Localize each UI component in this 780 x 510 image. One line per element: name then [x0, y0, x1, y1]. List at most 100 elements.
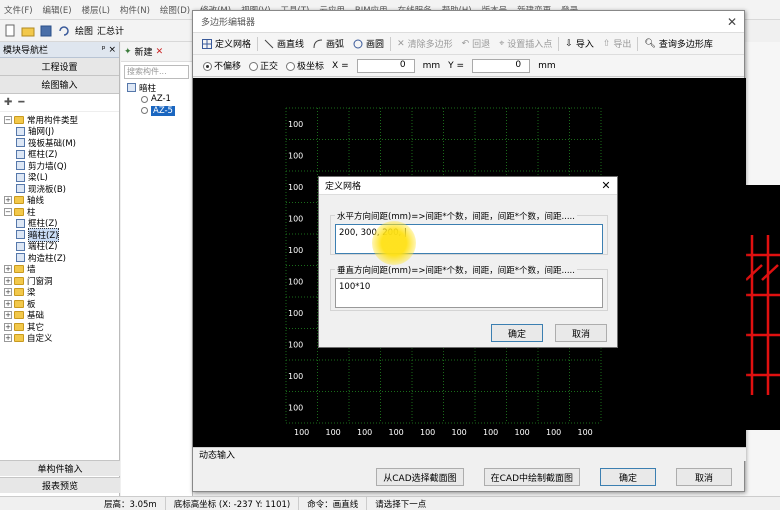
tree-item[interactable]: 轴网(J) [0, 126, 119, 137]
open-folder-icon[interactable] [21, 24, 35, 38]
menu-item[interactable]: 构件(N) [120, 4, 150, 16]
clear-polygon-button[interactable]: ✕ 清除多边形 [394, 37, 456, 51]
toolbar-draw[interactable]: 绘图 [75, 24, 93, 37]
tree-label: 轴线 [27, 196, 45, 207]
y-unit: mm [538, 60, 556, 71]
drawing-input-button[interactable]: 绘图输入 [0, 76, 119, 94]
expand-toggle-icon[interactable]: + [4, 311, 12, 320]
expand-toggle-icon[interactable]: + [4, 276, 12, 285]
expand-toggle-icon[interactable]: + [4, 196, 12, 205]
component-type-icon [16, 138, 25, 148]
main-toolbar: 绘图 汇总计 [0, 20, 200, 42]
close-icon[interactable]: ✕ [595, 179, 617, 192]
vertical-spacing-input[interactable]: 100*10 [335, 278, 603, 308]
grid-ok-button[interactable]: 确定 [491, 324, 543, 342]
tree-folder[interactable]: + 轴线 [0, 195, 119, 207]
right-cad-view [742, 185, 780, 430]
grid-cancel-button[interactable]: 取消 [555, 324, 607, 342]
undo-button[interactable]: ↶ 回退 [459, 37, 494, 51]
tree-folder[interactable]: + 门窗洞 [0, 275, 119, 287]
component-root[interactable]: 暗柱 [127, 82, 192, 94]
expand-toggle-icon[interactable]: − [4, 207, 12, 216]
undo-icon: ↶ [461, 38, 470, 49]
draw-circle-button[interactable]: 画圆 [350, 37, 387, 50]
tree-folder[interactable]: + 自定义 [0, 333, 119, 344]
tree-label: 梁(L) [28, 173, 48, 184]
cancel-button[interactable]: 取消 [676, 468, 732, 486]
expand-toggle-icon[interactable]: + [4, 288, 12, 297]
horizontal-spacing-input[interactable]: 200, 300, 200, | [335, 224, 603, 254]
no-offset-option[interactable]: 不偏移 [203, 59, 241, 72]
tree-folder[interactable]: + 基础 [0, 310, 119, 322]
grid-label-bottom: 100 [515, 428, 530, 437]
save-icon[interactable] [39, 24, 53, 38]
tree-folder[interactable]: + 梁 [0, 287, 119, 298]
expand-all-icon[interactable]: ✚ [4, 97, 12, 108]
project-settings-button[interactable]: 工程设置 [0, 58, 119, 76]
new-component-icon[interactable]: ✦ [124, 47, 132, 57]
export-button[interactable]: ⇧ 导出 [600, 37, 635, 51]
undo-icon[interactable] [57, 24, 71, 38]
define-grid-title-bar: 定义网格 ✕ [319, 177, 617, 195]
tree-item[interactable]: 构造柱(Z) [0, 252, 119, 264]
folder-icon [14, 311, 24, 320]
tree-item[interactable]: 筏板基础(M) [0, 137, 119, 149]
expand-toggle-icon[interactable]: + [4, 265, 12, 274]
tree-label: 基础 [27, 311, 45, 322]
delete-icon[interactable]: ✕ [156, 47, 164, 57]
new-file-icon[interactable] [3, 24, 17, 38]
set-insert-point-button[interactable]: ⌖ 设置插入点 [496, 37, 555, 51]
ortho-option[interactable]: 正交 [249, 59, 278, 72]
draw-arc-button[interactable]: 画弧 [310, 37, 347, 50]
menu-item[interactable]: 编辑(E) [43, 4, 72, 16]
expand-toggle-icon[interactable]: + [4, 299, 12, 308]
tree-label: 墙 [27, 265, 36, 276]
close-icon[interactable]: ✕ [720, 15, 744, 29]
select-from-cad-button[interactable]: 从CAD选择截面图 [376, 468, 464, 486]
tree-item[interactable]: 端柱(Z) [0, 241, 119, 252]
tree-folder[interactable]: − 柱 [0, 206, 119, 218]
report-preview-button[interactable]: 报表预览 [0, 477, 120, 493]
menu-item[interactable]: 绘图(D) [160, 4, 190, 16]
tree-item[interactable]: 梁(L) [0, 172, 119, 184]
import-button[interactable]: ⇩ 导入 [562, 37, 597, 51]
expand-toggle-icon[interactable]: + [4, 322, 12, 331]
single-input-button[interactable]: 单构件输入 [0, 460, 120, 476]
draw-in-cad-button[interactable]: 在CAD中绘制截面图 [483, 468, 580, 486]
toolbar-separator [637, 36, 639, 51]
tree-item[interactable]: 暗柱(Z) [0, 227, 119, 242]
pin-close-icon[interactable]: ᵖ × [102, 45, 116, 55]
toolbar-summary[interactable]: 汇总计 [97, 24, 124, 37]
query-polygon-library-button[interactable]: 🔍︎ 查询多边形库 [641, 37, 715, 51]
menu-item[interactable]: 文件(F) [4, 4, 33, 16]
tree-folder[interactable]: + 其它 [0, 321, 119, 333]
tree-item[interactable]: 框柱(Z) [0, 149, 119, 160]
grid-label-bottom: 100 [357, 428, 372, 437]
collapse-all-icon[interactable]: ━ [18, 97, 24, 108]
ok-button[interactable]: 确定 [600, 468, 656, 486]
tree-folder[interactable]: − 常用构件类型 [0, 114, 119, 126]
expand-toggle-icon[interactable]: + [4, 334, 12, 343]
new-component-button[interactable]: 新建 [135, 45, 153, 58]
polar-option[interactable]: 极坐标 [286, 59, 324, 72]
draw-line-button[interactable]: 画直线 [261, 37, 307, 50]
component-item[interactable]: AZ-1 [127, 94, 192, 106]
component-item-selected[interactable]: AZ-5 [127, 105, 192, 117]
tree-folder[interactable]: + 墙 [0, 264, 119, 276]
component-type-icon [16, 161, 25, 171]
command-text: 命令：画直线 [299, 497, 368, 510]
define-grid-button[interactable]: 定义网格 [199, 37, 254, 50]
tree-folder[interactable]: + 板 [0, 298, 119, 310]
folder-icon [14, 276, 24, 285]
expand-toggle-icon[interactable]: − [4, 115, 12, 124]
tree-label: 常用构件类型 [27, 115, 79, 126]
x-coordinate-input[interactable]: 0 [356, 58, 415, 73]
component-search-input[interactable]: 搜索构件... [124, 65, 189, 79]
grid-label-left: 100 [288, 120, 303, 129]
status-bar: 层高：3.05m 底标高坐标 (X: -237 Y: 1101) 命令：画直线 … [0, 496, 780, 510]
tree-item[interactable]: 现浇板(B) [0, 183, 119, 195]
tree-item[interactable]: 框柱(Z) [0, 218, 119, 229]
tree-item[interactable]: 剪力墙(Q) [0, 160, 119, 172]
y-coordinate-input[interactable]: 0 [472, 58, 531, 73]
menu-item[interactable]: 楼层(L) [82, 4, 110, 16]
